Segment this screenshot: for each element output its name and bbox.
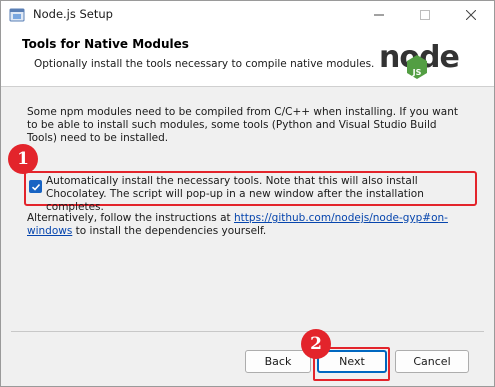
annotation-badge-2: 2	[301, 329, 331, 359]
checkmark-icon	[31, 183, 40, 191]
close-button[interactable]	[448, 1, 494, 29]
wizard-header: Tools for Native Modules Optionally inst…	[1, 29, 494, 87]
title-bar: Node.js Setup	[1, 1, 494, 29]
setup-window: Node.js Setup Tools for Native Modules O…	[0, 0, 495, 387]
maximize-icon	[420, 10, 430, 20]
logo-js-badge: JS	[412, 68, 422, 77]
cancel-button[interactable]: Cancel	[395, 350, 469, 373]
nodejs-logo: node JS	[379, 40, 460, 79]
annotation-badge-1: 1	[8, 144, 38, 174]
alternative-text: Alternatively, follow the instructions a…	[27, 212, 467, 238]
minimize-button[interactable]	[356, 1, 402, 29]
back-button[interactable]: Back	[245, 350, 311, 373]
footer-divider	[11, 331, 484, 332]
install-tools-label[interactable]: Automatically install the necessary tool…	[46, 175, 471, 214]
minimize-icon	[374, 14, 384, 16]
page-title: Tools for Native Modules	[22, 37, 189, 51]
intro-text: Some npm modules need to be compiled fro…	[27, 106, 458, 144]
alternative-prefix: Alternatively, follow the instructions a…	[27, 212, 235, 224]
alternative-suffix: to install the dependencies yourself.	[72, 225, 267, 237]
maximize-button[interactable]	[402, 1, 448, 29]
installer-app-icon	[9, 8, 25, 22]
install-tools-checkbox[interactable]	[29, 180, 42, 193]
window-title: Node.js Setup	[33, 7, 113, 21]
wizard-content: Some npm modules need to be compiled fro…	[1, 88, 494, 331]
page-subtitle: Optionally install the tools necessary t…	[34, 58, 375, 70]
close-icon	[466, 10, 476, 20]
